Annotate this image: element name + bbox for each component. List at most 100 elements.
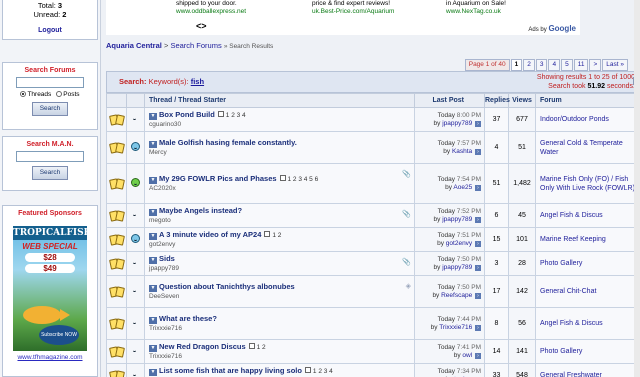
forum-link[interactable]: Marine Fish Only (FO) / Fish Only With L… bbox=[540, 176, 635, 192]
header-views[interactable]: Views bbox=[508, 93, 536, 108]
thread-starter[interactable]: AC2020x bbox=[149, 185, 414, 193]
thread-menu-icon[interactable]: ▼ bbox=[149, 317, 157, 324]
table-row[interactable]: ▼ What are these? Trixxxie716 Today 7:44 PM… bbox=[106, 307, 640, 340]
table-row[interactable]: ▼ Maybe Angels instead? megoto 📎 Today 7:52 … bbox=[106, 203, 640, 228]
go-to-last-post-icon[interactable]: › bbox=[475, 264, 481, 271]
thread-menu-icon[interactable]: ▼ bbox=[149, 141, 157, 148]
search-man-button[interactable]: Search bbox=[32, 166, 68, 180]
logout-link[interactable]: Logout bbox=[3, 27, 97, 34]
forum-link[interactable]: Marine Reef Keeping bbox=[540, 236, 606, 243]
replies-count[interactable]: 8 bbox=[484, 307, 509, 340]
page-link[interactable]: 3 bbox=[535, 59, 548, 71]
thread-menu-icon[interactable]: ▼ bbox=[149, 209, 157, 216]
sponsor-url-link[interactable]: www.tfhmagazine.com bbox=[3, 354, 97, 361]
table-row[interactable]: ▼ List some fish that are happy living so… bbox=[106, 363, 640, 377]
scrollbar[interactable] bbox=[634, 0, 640, 377]
thread-title-link[interactable]: Male Golfish hasing female constantly. bbox=[159, 138, 297, 147]
forum-link[interactable]: Photo Gallery bbox=[540, 260, 582, 267]
go-to-last-post-icon[interactable]: › bbox=[475, 240, 481, 247]
thread-starter[interactable]: DeeSeven bbox=[149, 293, 414, 301]
thread-pages[interactable]: 1 2 3 4 bbox=[313, 368, 333, 375]
forum-link[interactable]: General Chit-Chat bbox=[540, 288, 596, 295]
radio-posts[interactable]: Posts bbox=[56, 91, 80, 98]
page-link[interactable]: 5 bbox=[561, 59, 573, 71]
search-man-input[interactable] bbox=[16, 151, 84, 162]
thread-menu-icon[interactable]: ▼ bbox=[149, 177, 157, 184]
thread-title-link[interactable]: New Red Dragon Discus bbox=[159, 342, 246, 351]
forum-link[interactable]: Angel Fish & Discus bbox=[540, 212, 603, 219]
last-poster-link[interactable]: Aoe25 bbox=[453, 184, 472, 191]
last-poster-link[interactable]: Reefscape bbox=[441, 292, 472, 299]
thread-title-link[interactable]: Question about Tanichthys albonubes bbox=[159, 282, 295, 291]
thread-menu-icon[interactable]: ▼ bbox=[149, 369, 157, 376]
last-poster-link[interactable]: jpappy789 bbox=[442, 120, 472, 127]
replies-count[interactable]: 3 bbox=[484, 251, 509, 276]
ad-unit-3[interactable]: in Aquarium on Sale! www.NexTag.co.uk bbox=[446, 0, 506, 16]
radio-threads[interactable]: Threads bbox=[20, 91, 51, 98]
thread-starter[interactable]: megoto bbox=[149, 217, 414, 225]
search-forums-button[interactable]: Search bbox=[32, 102, 68, 116]
replies-count[interactable]: 14 bbox=[484, 339, 509, 364]
go-to-last-post-icon[interactable]: › bbox=[475, 148, 481, 155]
thread-starter[interactable]: Mercy bbox=[149, 149, 414, 157]
page-link[interactable]: 4 bbox=[548, 59, 561, 71]
last-poster-link[interactable]: Trixxxie716 bbox=[439, 324, 472, 331]
search-keyword-link[interactable]: fish bbox=[191, 77, 204, 86]
go-to-last-post-icon[interactable]: › bbox=[475, 120, 481, 127]
header-last-post[interactable]: Last Post bbox=[414, 93, 485, 108]
thread-starter[interactable]: Trixxxie716 bbox=[149, 353, 414, 361]
ads-by-google[interactable]: Ads by Google bbox=[528, 24, 576, 33]
last-poster-link[interactable]: Kashta bbox=[452, 148, 472, 155]
thread-title-link[interactable]: List some fish that are happy living sol… bbox=[159, 366, 302, 375]
header-replies[interactable]: Replies bbox=[484, 93, 510, 108]
replies-count[interactable]: 6 bbox=[484, 203, 509, 228]
ads-prev-next-arrows[interactable]: <> bbox=[196, 21, 207, 31]
replies-count[interactable]: 17 bbox=[484, 275, 509, 308]
last-poster-link[interactable]: owl bbox=[462, 352, 472, 359]
thread-starter[interactable]: cguarino30 bbox=[149, 121, 414, 129]
forum-link[interactable]: Indoor/Outdoor Ponds bbox=[540, 116, 609, 123]
forum-link[interactable]: General Freshwater bbox=[540, 372, 602, 377]
go-to-last-post-icon[interactable]: › bbox=[475, 324, 481, 331]
table-row[interactable]: ▼ Male Golfish hasing female constantly. M… bbox=[106, 131, 640, 164]
last-page-link[interactable]: Last » bbox=[602, 59, 628, 71]
table-row[interactable]: ▼ Question about Tanichthys albonubes DeeS… bbox=[106, 275, 640, 308]
forum-link[interactable]: General Cold & Temperate Water bbox=[540, 140, 623, 156]
thread-title-link[interactable]: Box Pond Build bbox=[159, 110, 215, 119]
ad-unit-2[interactable]: price & find expert reviews! uk.Best-Pric… bbox=[312, 0, 394, 16]
table-row[interactable]: ▼ Box Pond Build 1 2 3 4 cguarino30 Today 8… bbox=[106, 107, 640, 132]
thread-title-link[interactable]: What are these? bbox=[159, 314, 217, 323]
table-row[interactable]: ▼ My 29G FOWLR Pics and Phases 1 2 3 4 5 … bbox=[106, 163, 640, 204]
page-link[interactable]: 1 bbox=[510, 59, 523, 71]
tropical-fish-ad-banner[interactable]: TROPICALFISH WEB SPECIAL $28 $49 Subscri… bbox=[13, 226, 87, 351]
thread-menu-icon[interactable]: ▼ bbox=[149, 233, 157, 240]
header-forum[interactable]: Forum bbox=[535, 93, 640, 108]
last-poster-link[interactable]: jpappy789 bbox=[442, 264, 472, 271]
thread-title-link[interactable]: Maybe Angels instead? bbox=[159, 206, 242, 215]
table-row[interactable]: ▼ A 3 minute video of my AP24 1 2 got2envy… bbox=[106, 227, 640, 252]
header-thread[interactable]: Thread / Thread Starter bbox=[144, 93, 415, 108]
thread-menu-icon[interactable]: ▼ bbox=[149, 285, 157, 292]
last-poster-link[interactable]: jpappy789 bbox=[442, 216, 472, 223]
forum-link[interactable]: Angel Fish & Discus bbox=[540, 320, 603, 327]
go-to-last-post-icon[interactable]: › bbox=[475, 292, 481, 299]
thread-title-link[interactable]: My 29G FOWLR Pics and Phases bbox=[159, 174, 277, 183]
page-indicator[interactable]: Page 1 of 40 bbox=[464, 59, 510, 71]
thread-starter[interactable]: jpappy789 bbox=[149, 265, 414, 273]
forum-link[interactable]: Photo Gallery bbox=[540, 348, 582, 355]
thread-menu-icon[interactable]: ▼ bbox=[149, 345, 157, 352]
thread-pages[interactable]: 1 2 3 4 5 6 bbox=[288, 176, 319, 183]
go-to-last-post-icon[interactable]: › bbox=[475, 184, 481, 191]
replies-count[interactable]: 51 bbox=[484, 163, 509, 204]
breadcrumb-home[interactable]: Aquaria Central bbox=[106, 41, 162, 50]
thread-menu-icon[interactable]: ▼ bbox=[149, 257, 157, 264]
thread-title-link[interactable]: A 3 minute video of my AP24 bbox=[159, 230, 261, 239]
thread-starter[interactable]: got2envy bbox=[149, 241, 414, 249]
thread-title-link[interactable]: Sids bbox=[159, 254, 175, 263]
replies-count[interactable]: 15 bbox=[484, 227, 509, 252]
replies-count[interactable]: 37 bbox=[484, 107, 509, 132]
breadcrumb-search-forums[interactable]: Search Forums bbox=[170, 41, 221, 50]
thread-menu-icon[interactable]: ▼ bbox=[149, 113, 157, 120]
thread-pages[interactable]: 1 2 3 4 bbox=[226, 112, 246, 119]
last-poster-link[interactable]: got2envy bbox=[446, 240, 472, 247]
